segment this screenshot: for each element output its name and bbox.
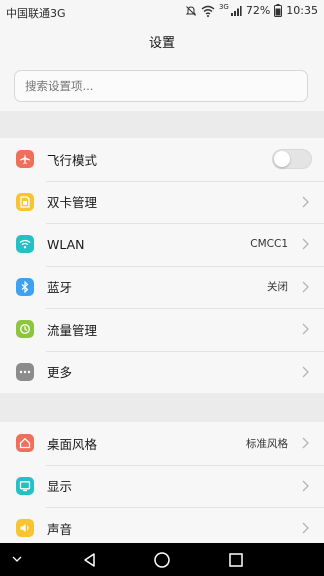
chevron-right-icon [302, 196, 309, 208]
chevron-down-icon[interactable] [11, 553, 23, 565]
battery-icon [274, 4, 283, 17]
chevron-right-icon [302, 323, 309, 335]
clock: 10:35 [286, 4, 318, 17]
airplane-mode-toggle[interactable] [272, 149, 312, 170]
back-icon[interactable] [80, 550, 100, 570]
settings-item-value: CMCC1 [250, 238, 288, 251]
toggle-knob [274, 151, 290, 168]
settings-item-more[interactable]: 更多 [0, 350, 324, 394]
status-bar: 中国联通3G 3G 72% 10:35 [0, 0, 324, 24]
sound-icon [16, 519, 34, 538]
settings-item-label: 更多 [47, 365, 73, 381]
mute-icon [185, 5, 197, 16]
settings-item-wlan[interactable]: WLAN CMCC1 [0, 223, 324, 266]
signal-icon [230, 5, 242, 16]
settings-item-airplane-mode[interactable]: 飞行模式 [0, 138, 324, 181]
display-icon [16, 476, 34, 495]
settings-group-network: 飞行模式 双卡管理 WLAN CMCC1 蓝牙 关闭 流量管理 更多 [0, 138, 324, 393]
settings-item-bluetooth[interactable]: 蓝牙 关闭 [0, 265, 324, 309]
section-divider [0, 111, 324, 138]
settings-item-data-usage[interactable]: 流量管理 [0, 308, 324, 351]
settings-item-label: 蓝牙 [47, 280, 73, 296]
airplane-icon [16, 150, 34, 169]
settings-item-label: 飞行模式 [47, 152, 98, 168]
settings-item-value: 关闭 [267, 281, 288, 294]
settings-item-label: 显示 [47, 479, 73, 495]
settings-item-label: 双卡管理 [47, 195, 98, 211]
settings-group-display: 桌面风格 标准风格 显示 声音 [0, 422, 324, 550]
chevron-right-icon [302, 281, 309, 293]
data-usage-icon [16, 320, 34, 339]
search-input[interactable] [14, 70, 308, 102]
chevron-right-icon [302, 366, 309, 378]
chevron-right-icon [302, 238, 309, 250]
wifi-status-icon [201, 5, 215, 17]
section-divider [0, 393, 324, 422]
settings-item-dual-sim[interactable]: 双卡管理 [0, 180, 324, 224]
wifi-icon [16, 235, 34, 254]
settings-item-home-style[interactable]: 桌面风格 标准风格 [0, 422, 324, 465]
bluetooth-icon [16, 277, 34, 296]
carrier-label: 中国联通3G [6, 7, 66, 20]
settings-item-display[interactable]: 显示 [0, 464, 324, 508]
settings-item-label: 桌面风格 [47, 436, 98, 452]
status-icons: 3G 72% 10:35 [185, 2, 318, 17]
settings-item-label: 流量管理 [47, 322, 98, 338]
page-title: 设置 [148, 36, 175, 51]
more-icon [16, 362, 34, 381]
header: 设置 [0, 24, 324, 64]
search-container [14, 70, 308, 102]
settings-item-value: 标准风格 [246, 437, 288, 450]
battery-percent: 72% [245, 4, 271, 17]
recents-icon[interactable] [226, 550, 246, 570]
sim-card-icon [16, 192, 34, 211]
home-icon[interactable] [152, 550, 172, 570]
settings-item-label: WLAN [47, 236, 85, 252]
chevron-right-icon [302, 480, 309, 492]
network-type-label: 3G [218, 2, 229, 11]
navigation-bar [0, 543, 324, 576]
chevron-right-icon [302, 437, 309, 449]
chevron-right-icon [302, 522, 309, 534]
settings-item-label: 声音 [47, 521, 73, 537]
home-style-icon [16, 434, 34, 453]
